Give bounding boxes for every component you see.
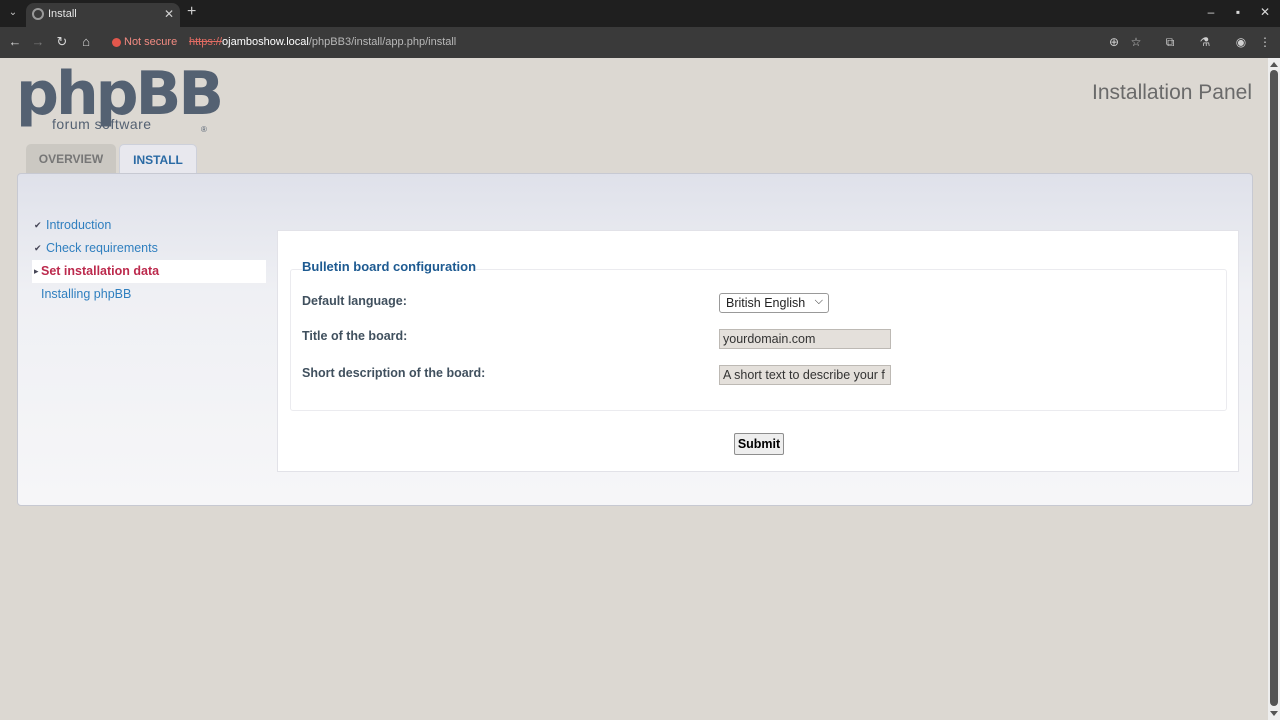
security-label[interactable]: Not secure	[124, 36, 177, 48]
url-path: /phpBB3/install/app.php/install	[308, 36, 457, 48]
tab-install[interactable]: INSTALL	[119, 144, 197, 175]
tab-search-icon[interactable]: ⌄	[6, 6, 20, 20]
logo-registered-mark: ®	[201, 125, 207, 134]
sidebar-item-label: Introduction	[46, 218, 112, 232]
url-text[interactable]: https://ojamboshow.local/phpBB3/install/…	[189, 36, 456, 48]
install-panel: ✔ Introduction ✔ Check requirements ▸ Se…	[17, 173, 1253, 506]
minimize-icon[interactable]: –	[1203, 5, 1219, 19]
selected-language: British English	[726, 296, 806, 310]
page-body: phpBB forum software ® Installation Pane…	[0, 58, 1268, 720]
zoom-icon[interactable]: ⊕	[1106, 34, 1122, 50]
completed-check-icon: ✔	[34, 220, 42, 230]
fieldset-legend: Bulletin board configuration	[302, 259, 477, 274]
browser-toolbar: ← → ↻ ⌂ Not secure https://ojamboshow.lo…	[0, 27, 1280, 58]
scroll-thumb[interactable]	[1270, 70, 1278, 706]
sidebar-item-check-requirements[interactable]: ✔ Check requirements	[32, 237, 266, 260]
logo-subtitle: forum software	[52, 116, 152, 132]
completed-check-icon: ✔	[34, 243, 42, 253]
config-form: Bulletin board configuration Default lan…	[277, 230, 1239, 472]
bookmark-star-icon[interactable]: ☆	[1128, 34, 1144, 50]
board-description-label: Short description of the board:	[302, 366, 486, 380]
reload-icon[interactable]: ↻	[54, 34, 70, 50]
sidebar-item-label: Check requirements	[46, 241, 158, 255]
board-description-input[interactable]: A short text to describe your f	[719, 365, 891, 385]
sidebar-item-set-installation-data[interactable]: ▸ Set installation data	[32, 260, 266, 283]
sidebar-item-installing-phpbb[interactable]: Installing phpBB	[32, 283, 266, 306]
labs-flask-icon[interactable]: ⚗	[1197, 34, 1213, 50]
default-language-label: Default language:	[302, 294, 407, 308]
sidebar-menu: ✔ Introduction ✔ Check requirements ▸ Se…	[32, 214, 266, 306]
sidebar-item-label: Set installation data	[41, 264, 160, 278]
url-host: ojamboshow.local	[222, 36, 309, 48]
address-bar[interactable]: Not secure https://ojamboshow.local/phpB…	[104, 31, 1154, 54]
board-title-label: Title of the board:	[302, 329, 408, 343]
submit-button[interactable]: Submit	[734, 433, 784, 455]
browser-tab[interactable]: Install ✕	[26, 3, 180, 27]
forward-icon[interactable]: →	[30, 34, 46, 50]
tab-title: Install	[48, 8, 77, 20]
board-title-input[interactable]: yourdomain.com	[719, 329, 891, 349]
home-icon[interactable]: ⌂	[78, 34, 94, 50]
url-scheme: https://	[189, 36, 223, 48]
sidebar-item-introduction[interactable]: ✔ Introduction	[32, 214, 266, 237]
browser-tab-bar: ⌄ Install ✕ + – ▪ ✕	[0, 0, 1280, 27]
maximize-icon[interactable]: ▪	[1230, 5, 1246, 19]
browser-menu-icon[interactable]: ⋮	[1257, 34, 1273, 50]
sidebar-item-label: Installing phpBB	[41, 287, 132, 301]
tab-overview[interactable]: OVERVIEW	[26, 144, 116, 174]
page-title: Installation Panel	[1092, 81, 1252, 104]
profile-icon[interactable]: ◉	[1233, 34, 1249, 50]
not-secure-icon	[112, 38, 121, 47]
globe-icon	[32, 8, 44, 20]
default-language-select[interactable]: British English ⌵	[719, 293, 829, 313]
chevron-down-icon: ⌵	[814, 295, 823, 307]
extensions-icon[interactable]: ⧉	[1162, 34, 1178, 50]
scroll-down-icon[interactable]	[1270, 711, 1278, 716]
page-scrollbar[interactable]	[1268, 58, 1280, 720]
back-icon[interactable]: ←	[7, 34, 23, 50]
new-tab-button[interactable]: +	[187, 4, 196, 20]
window-close-icon[interactable]: ✕	[1257, 5, 1273, 19]
scroll-up-icon[interactable]	[1270, 62, 1278, 67]
close-tab-icon[interactable]: ✕	[164, 7, 174, 21]
active-arrow-icon: ▸	[34, 266, 39, 276]
phpbb-logo[interactable]: phpBB forum software ®	[16, 61, 224, 134]
